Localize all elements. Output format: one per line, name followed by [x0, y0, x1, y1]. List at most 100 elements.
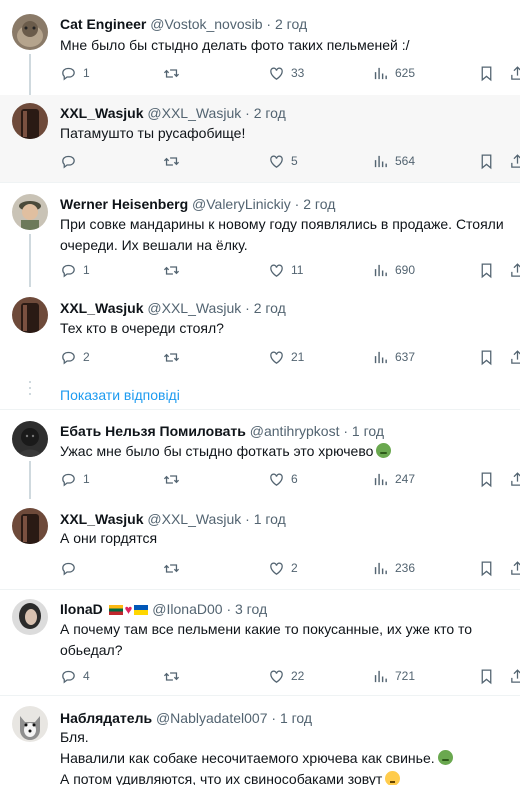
tweet[interactable]: XXL_Wasjuk @XXL_Wasjuk · 2 год Тех кто в…	[0, 287, 520, 395]
bookmark-button[interactable]	[478, 347, 495, 367]
timestamp[interactable]: 2 год	[254, 300, 286, 316]
avatar[interactable]	[12, 103, 48, 139]
avatar[interactable]	[12, 706, 48, 742]
ukraine-flag-icon	[134, 605, 149, 615]
views-button[interactable]: 247	[372, 469, 415, 489]
handle[interactable]: @IlonaD00	[152, 601, 222, 617]
avatar[interactable]	[12, 297, 48, 333]
retweet-button[interactable]	[163, 469, 180, 489]
like-button[interactable]: 22	[268, 666, 304, 686]
timestamp[interactable]: 1 год	[254, 511, 286, 527]
display-name[interactable]: Werner Heisenberg	[60, 196, 188, 212]
tweet[interactable]: IlonaD ♥ @IlonaD00 · 3 год А почему там …	[0, 590, 520, 695]
retweet-button[interactable]	[163, 151, 180, 171]
display-name[interactable]: Cat Engineer	[60, 16, 146, 32]
handle[interactable]: @Vostok_novosib	[150, 16, 262, 32]
views-button[interactable]: 721	[372, 666, 415, 686]
heart-icon	[270, 670, 283, 683]
bookmark-button[interactable]	[478, 558, 495, 578]
like-button[interactable]: 6	[268, 469, 298, 489]
share-button[interactable]	[509, 347, 520, 367]
views-button[interactable]: 625	[372, 63, 415, 83]
avatar[interactable]	[12, 14, 48, 50]
bookmark-icon	[481, 65, 492, 81]
like-button[interactable]: 2	[268, 558, 298, 578]
bookmark-icon	[481, 153, 492, 169]
display-name[interactable]: Ебать Нельзя Помиловать	[60, 423, 246, 439]
thread-line	[29, 234, 31, 287]
handle[interactable]: @XXL_Wasjuk	[147, 105, 241, 121]
avatar[interactable]	[12, 508, 48, 544]
reply-count: 1	[83, 66, 90, 80]
handle[interactable]: @antihrypkost	[250, 423, 340, 439]
share-button[interactable]	[509, 260, 520, 280]
like-button[interactable]: 5	[268, 151, 298, 171]
reply-button[interactable]: 4	[60, 666, 90, 686]
eye-roll-emoji	[385, 771, 401, 785]
share-button[interactable]	[509, 558, 520, 578]
tweet[interactable]: Werner Heisenberg @ValeryLinickiy · 2 го…	[0, 183, 520, 287]
like-button[interactable]: 21	[268, 347, 304, 367]
reply-button[interactable]: 1	[60, 260, 90, 280]
bookmark-button[interactable]	[478, 666, 495, 686]
retweet-button[interactable]	[163, 558, 180, 578]
views-button[interactable]: 637	[372, 347, 415, 367]
tweet-text-line: Патамушто ты русафобище!	[60, 125, 246, 141]
timestamp[interactable]: 2 год	[303, 196, 335, 212]
like-button[interactable]: 11	[268, 260, 303, 280]
tweet[interactable]: XXL_Wasjuk @XXL_Wasjuk · 1 год А они гор…	[0, 499, 520, 589]
retweet-button[interactable]	[163, 347, 180, 367]
tweet-header: Cat Engineer @Vostok_novosib · 2 год	[60, 15, 307, 33]
share-button[interactable]	[509, 469, 520, 489]
reply-button[interactable]: 1	[60, 63, 90, 83]
avatar[interactable]	[12, 194, 48, 230]
retweet-icon	[163, 265, 180, 275]
tweet[interactable]: Ебать Нельзя Помиловать @antihrypkost · …	[0, 410, 520, 499]
retweet-icon	[163, 156, 180, 166]
tweet[interactable]: Cat Engineer @Vostok_novosib · 2 год Мне…	[0, 0, 520, 95]
timestamp[interactable]: 2 год	[254, 105, 286, 121]
timestamp[interactable]: 1 год	[280, 710, 312, 726]
bookmark-button[interactable]	[478, 63, 495, 83]
reply-icon	[62, 155, 75, 168]
retweet-button[interactable]	[163, 63, 180, 83]
timestamp[interactable]: 1 год	[352, 423, 384, 439]
views-button[interactable]: 236	[372, 558, 415, 578]
handle[interactable]: @XXL_Wasjuk	[147, 300, 241, 316]
bookmark-icon	[481, 349, 492, 365]
views-button[interactable]: 564	[372, 151, 415, 171]
reply-button[interactable]	[60, 151, 83, 171]
handle[interactable]: @XXL_Wasjuk	[147, 511, 241, 527]
bookmark-button[interactable]	[478, 469, 495, 489]
reply-button[interactable]: 1	[60, 469, 90, 489]
avatar[interactable]	[12, 599, 48, 635]
avatar[interactable]	[12, 421, 48, 457]
retweet-button[interactable]	[163, 666, 180, 686]
handle[interactable]: @Nablyadatel007	[156, 710, 268, 726]
handle[interactable]: @ValeryLinickiy	[192, 196, 291, 212]
display-name[interactable]: IlonaD	[60, 601, 103, 617]
share-button[interactable]	[509, 666, 520, 686]
tweet-header: Werner Heisenberg @ValeryLinickiy · 2 го…	[60, 195, 335, 213]
lithuania-flag-icon	[108, 605, 123, 615]
display-name[interactable]: XXL_Wasjuk	[60, 300, 144, 316]
timestamp[interactable]: 3 год	[235, 601, 267, 617]
bookmark-button[interactable]	[478, 260, 495, 280]
share-button[interactable]	[509, 63, 520, 83]
share-button[interactable]	[509, 151, 520, 171]
tweet[interactable]: XXL_Wasjuk @XXL_Wasjuk · 2 год Патамушто…	[0, 95, 520, 182]
retweet-button[interactable]	[163, 260, 180, 280]
timestamp[interactable]: 2 год	[275, 16, 307, 32]
tweet[interactable]: Наблядатель @Nablyadatel007 · 1 год Бля.…	[0, 696, 520, 785]
display-name[interactable]: Наблядатель	[60, 710, 152, 726]
views-button[interactable]: 690	[372, 260, 415, 280]
tweet-header: Ебать Нельзя Помиловать @antihrypkost · …	[60, 422, 384, 440]
reply-button[interactable]	[60, 558, 83, 578]
like-button[interactable]: 33	[268, 63, 304, 83]
reply-button[interactable]: 2	[60, 347, 90, 367]
bookmark-button[interactable]	[478, 151, 495, 171]
thread-line	[29, 54, 31, 95]
display-name[interactable]: XXL_Wasjuk	[60, 105, 144, 121]
show-replies-link[interactable]: Показати відповіді	[60, 386, 180, 404]
display-name[interactable]: XXL_Wasjuk	[60, 511, 144, 527]
